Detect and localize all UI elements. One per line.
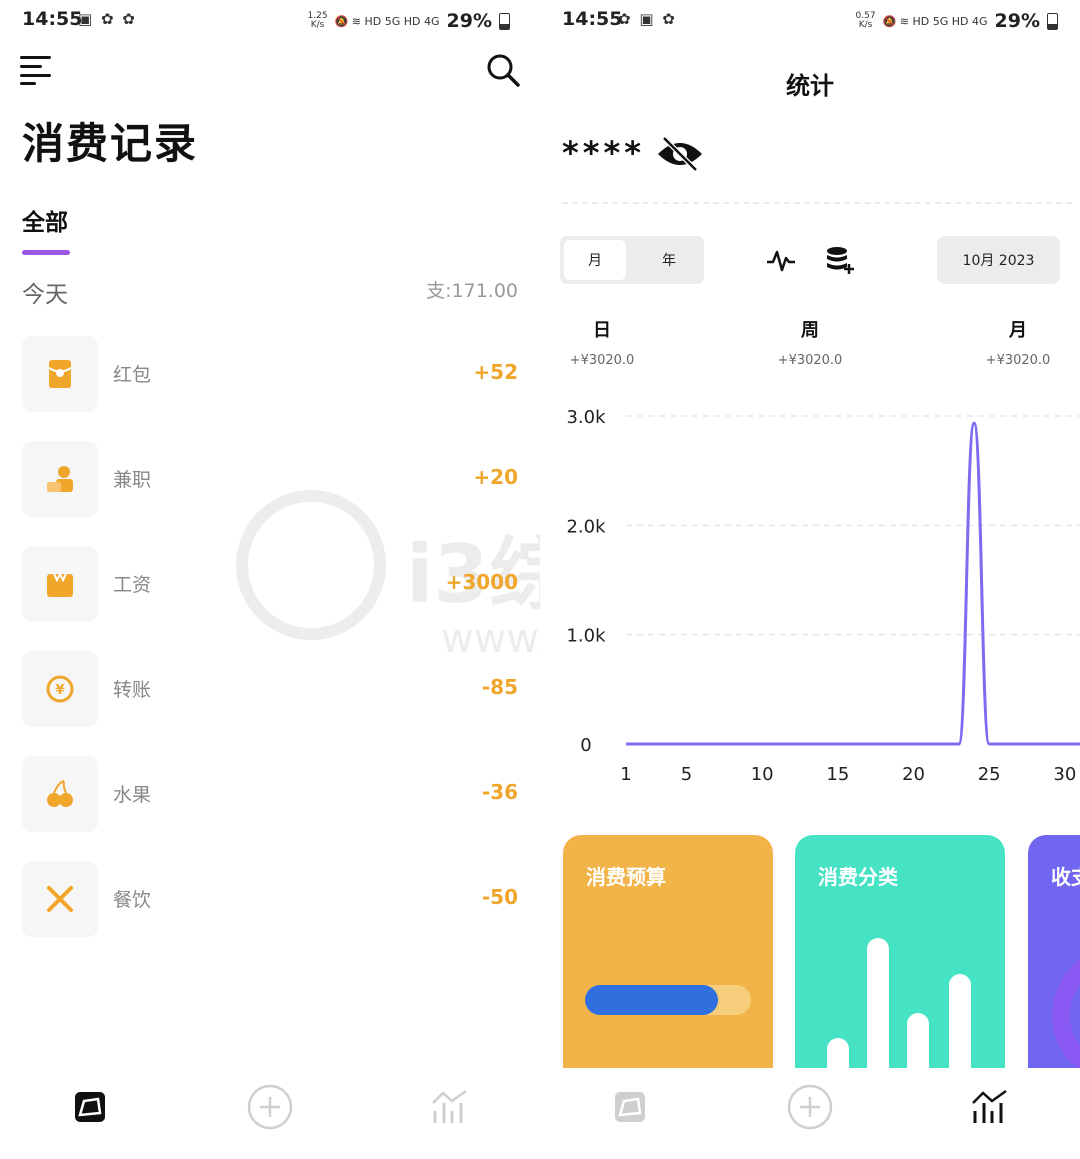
record-amount: +52 <box>473 360 518 384</box>
date-picker-button[interactable]: 10月 2023 <box>937 236 1060 284</box>
nav-stats-icon[interactable] <box>967 1084 1013 1130</box>
y-tick-label: 2.0k <box>566 516 606 537</box>
income-ring <box>1052 945 1080 1085</box>
x-tick-label: 5 <box>681 764 692 785</box>
summary-day: 日 +¥3020.0 <box>569 320 635 368</box>
summary-week: 周 +¥3020.0 <box>777 320 843 368</box>
record-row[interactable]: 工资 +3000 <box>22 546 518 622</box>
net-speed: 1.25 K/s <box>307 11 328 30</box>
record-amount: +3000 <box>445 570 518 594</box>
part-time-icon <box>22 441 98 517</box>
record-amount: -50 <box>481 885 518 909</box>
net-speed: 0.57 K/s <box>855 11 876 30</box>
category-bar <box>867 938 889 1068</box>
svg-text:¥: ¥ <box>55 683 64 698</box>
statistics-screen: 14:55 ✿ ▣ ✿ 0.57 K/s 🔕 ≋ HD 5G HD 4G 29%… <box>540 0 1080 1159</box>
record-row[interactable]: 餐饮 -50 <box>22 861 518 937</box>
status-time: 14:55 <box>22 8 83 30</box>
battery-text: 29% <box>446 10 492 32</box>
record-amount: -36 <box>481 780 518 804</box>
y-tick-label: 1.0k <box>566 626 606 647</box>
budget-progress-fill <box>585 985 718 1015</box>
day-total: 支:171.00 <box>426 280 518 302</box>
category-card-title: 消费分类 <box>818 865 898 889</box>
income-card-title: 收支 <box>1051 865 1080 889</box>
signal-icons: 🔕 ≋ HD 5G HD 4G <box>882 14 988 28</box>
summary-month: 月 +¥3020.0 <box>985 320 1051 368</box>
budget-card-title: 消费预算 <box>586 865 666 889</box>
series-line <box>625 421 1080 746</box>
nav-add-icon[interactable] <box>247 1084 293 1130</box>
budget-progress-track <box>585 985 751 1015</box>
tab-indicator <box>22 250 70 255</box>
nav-records-icon[interactable] <box>67 1084 113 1130</box>
pulse-icon[interactable] <box>766 248 796 274</box>
nav-add-icon[interactable] <box>787 1084 833 1130</box>
record-name: 兼职 <box>113 469 152 491</box>
category-card[interactable]: 消费分类 <box>795 835 1005 1095</box>
eye-hidden-icon[interactable] <box>656 134 704 174</box>
database-add-icon[interactable] <box>825 246 855 276</box>
dining-icon <box>22 861 98 937</box>
fruit-icon <box>22 756 98 832</box>
record-row[interactable]: 红包 +52 <box>22 336 518 412</box>
record-row[interactable]: ¥ 转账 -85 <box>22 651 518 727</box>
x-tick-label: 25 <box>978 764 1001 785</box>
record-amount: -85 <box>481 675 518 699</box>
x-tick-label: 1 <box>620 764 631 785</box>
status-app-icons: ▣ ✿ ✿ <box>78 10 137 28</box>
record-name: 红包 <box>113 364 152 386</box>
record-name: 餐饮 <box>113 889 152 911</box>
nav-stats-icon[interactable] <box>427 1084 473 1130</box>
signal-icons: 🔕 ≋ HD 5G HD 4G <box>334 14 440 28</box>
battery-icon <box>499 12 510 30</box>
battery-text: 29% <box>994 10 1040 32</box>
day-label: 今天 <box>22 282 68 308</box>
category-bar <box>949 974 971 1068</box>
red-envelope-icon <box>22 336 98 412</box>
battery-icon <box>1047 12 1058 30</box>
status-indicators: 0.57 K/s 🔕 ≋ HD 5G HD 4G 29% <box>856 10 1058 32</box>
records-screen: 14:55 ▣ ✿ ✿ 1.25 K/s 🔕 ≋ HD 5G HD 4G 29%… <box>0 0 540 1159</box>
y-tick-label: 0 <box>580 735 591 756</box>
status-indicators: 1.25 K/s 🔕 ≋ HD 5G HD 4G 29% <box>308 10 510 32</box>
record-name: 水果 <box>113 784 152 806</box>
budget-card[interactable]: 消费预算 <box>563 835 773 1095</box>
divider <box>562 202 1072 204</box>
salary-icon <box>22 546 98 622</box>
record-name: 工资 <box>113 574 152 596</box>
record-row[interactable]: 兼职 +20 <box>22 441 518 517</box>
segment-month[interactable]: 月 <box>564 240 626 280</box>
tab-all[interactable]: 全部 <box>22 203 68 237</box>
category-bar <box>907 1013 929 1068</box>
x-tick-label: 15 <box>826 764 849 785</box>
menu-icon[interactable] <box>20 56 52 85</box>
segment-year[interactable]: 年 <box>638 240 700 280</box>
x-tick-label: 30 <box>1053 764 1076 785</box>
page-title: 消费记录 <box>22 119 199 168</box>
status-time: 14:55 <box>562 8 623 30</box>
income-card[interactable]: 收支 <box>1028 835 1080 1095</box>
record-name: 转账 <box>113 679 152 701</box>
transfer-icon: ¥ <box>22 651 98 727</box>
category-bar <box>827 1038 849 1068</box>
y-tick-label: 3.0k <box>566 407 606 428</box>
x-tick-label: 10 <box>751 764 774 785</box>
record-amount: +20 <box>473 465 518 489</box>
status-app-icons: ✿ ▣ ✿ <box>618 10 677 28</box>
masked-balance: **** <box>562 134 645 172</box>
search-icon[interactable] <box>486 53 520 87</box>
daily-line-chart: 01.0k2.0k3.0k1 5 10 15 20 25 30 <box>566 407 1080 785</box>
nav-records-icon[interactable] <box>607 1084 653 1130</box>
period-switch: 月 年 <box>560 236 704 284</box>
page-title: 统计 <box>786 72 834 100</box>
record-row[interactable]: 水果 -36 <box>22 756 518 832</box>
x-tick-label: 20 <box>902 764 925 785</box>
